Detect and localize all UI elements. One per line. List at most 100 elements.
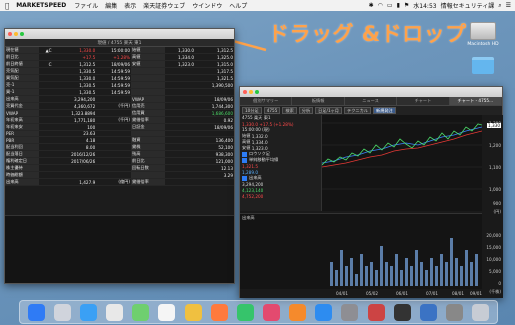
table-row: 配当落日 2016/12/26 残高 938,300	[5, 150, 234, 158]
table-cell: 1,330.5	[52, 81, 97, 89]
bluetooth-icon[interactable]: ✱	[369, 2, 374, 9]
music-icon[interactable]	[262, 303, 280, 321]
trash-icon[interactable]	[472, 303, 490, 321]
table-cell	[165, 88, 196, 96]
folder-icon[interactable]	[472, 57, 494, 74]
launchpad-icon[interactable]	[53, 303, 71, 321]
table-cell: 14:59:59	[96, 88, 131, 96]
app-store-icon[interactable]	[315, 303, 333, 321]
tab-chart[interactable]: チャート	[397, 97, 450, 105]
table-cell: C	[39, 60, 53, 68]
quote-window[interactable]: 現値 / 4755 楽天 東1 現在値 ▲C 1,330.0 15:00:00 始値 1,…	[4, 28, 235, 284]
battery-icon[interactable]: ▮	[397, 2, 400, 9]
x-tick: 08/01	[452, 291, 465, 296]
analysis-button[interactable]: 分析	[298, 107, 314, 114]
flag-icon[interactable]: ⚑	[404, 2, 409, 9]
preferences-icon[interactable]	[341, 303, 359, 321]
minimize-icon[interactable]	[249, 90, 253, 94]
zoom-icon[interactable]	[255, 90, 259, 94]
menu-file[interactable]: ファイル	[74, 1, 98, 10]
volume-chart[interactable]: 出来高	[240, 213, 482, 289]
user-name[interactable]: 情報セキュリティ課	[441, 1, 495, 10]
table-row: VWAP 1,323.8894 信用買 1,686,600	[5, 109, 234, 117]
volume-bar	[435, 266, 438, 286]
close-icon[interactable]	[8, 32, 12, 36]
table-cell: 1,315.0	[195, 60, 234, 68]
clock[interactable]: 水14:53	[413, 1, 436, 10]
apple-icon[interactable]: 	[5, 2, 9, 10]
minimize-icon[interactable]	[14, 32, 18, 36]
table-cell	[131, 171, 165, 179]
menu-edit[interactable]: 編集	[105, 1, 117, 10]
menu-help[interactable]: ヘルプ	[229, 1, 247, 10]
table-cell	[39, 123, 53, 131]
drag-drop-annotation: ドラッグ &ドロップ	[268, 22, 467, 46]
close-icon[interactable]	[243, 90, 247, 94]
facetime-icon[interactable]	[236, 303, 254, 321]
table-cell	[39, 143, 53, 151]
price-change: +17.5 (+1.28%)	[259, 121, 294, 127]
terminal-icon[interactable]	[393, 303, 411, 321]
messages-icon[interactable]	[132, 303, 150, 321]
checkbox-icon[interactable]	[242, 157, 247, 163]
table-cell	[39, 150, 53, 158]
downloads-icon[interactable]	[446, 303, 464, 321]
volume-label: 出来高	[249, 175, 262, 180]
macintosh-hd-icon[interactable]: Macintosh HD	[463, 22, 503, 74]
tab-summary[interactable]: 個別サマリー	[240, 97, 293, 105]
y-tick: 900	[493, 201, 501, 206]
tab-chart-4755[interactable]: チャート - 4755...	[449, 97, 503, 105]
finder-icon[interactable]	[27, 303, 45, 321]
menu-view[interactable]: 表示	[124, 1, 136, 10]
quote-window-titlebar[interactable]	[5, 29, 234, 39]
books-icon[interactable]	[289, 303, 307, 321]
table-cell: 52,100	[195, 143, 234, 151]
menu-rakuten-web[interactable]: 楽天証券ウェブ	[143, 1, 185, 10]
checkbox-icon[interactable]	[242, 175, 247, 181]
code-input[interactable]: 4755	[263, 107, 281, 114]
price-chart[interactable]	[321, 115, 483, 211]
zoom-icon[interactable]	[20, 32, 24, 36]
notes-icon[interactable]	[184, 303, 202, 321]
volume-bar	[370, 262, 373, 286]
search-button[interactable]: 検索	[282, 107, 297, 114]
tab-news[interactable]: ニュース	[345, 97, 398, 105]
volume-bar	[425, 270, 428, 286]
table-cell: 前日比	[5, 53, 39, 61]
new-order-button[interactable]: 新規発注	[372, 107, 396, 114]
photos-icon[interactable]	[210, 303, 228, 321]
interval-select[interactable]: 10分足	[242, 107, 262, 114]
menu-app-name[interactable]: MARKETSPEED	[16, 2, 66, 9]
vol-tick: 15,000	[486, 245, 501, 250]
checkbox-icon[interactable]	[242, 151, 247, 157]
table-cell	[96, 143, 131, 151]
table-cell	[96, 123, 131, 131]
table-cell	[165, 171, 196, 179]
spotlight-icon[interactable]: ⌕	[498, 2, 501, 10]
table-cell: 出来高	[5, 95, 39, 103]
table-cell	[96, 164, 131, 172]
volume-bar	[470, 262, 473, 286]
display-icon[interactable]: ▭	[387, 2, 393, 9]
mail-icon[interactable]	[106, 303, 124, 321]
tab-board[interactable]: 板情報	[292, 97, 345, 105]
table-cell: 残高	[131, 150, 165, 158]
technical-button[interactable]: テクニカル	[344, 107, 371, 114]
app-icon[interactable]	[419, 303, 437, 321]
safari-icon[interactable]	[79, 303, 97, 321]
table-cell	[131, 81, 165, 89]
calendar-icon[interactable]	[158, 303, 176, 321]
notification-icon[interactable]: ☰	[506, 2, 511, 9]
wifi-icon[interactable]: ◠	[378, 2, 383, 9]
volume-bar	[415, 250, 418, 286]
table-cell	[165, 95, 196, 103]
table-row: 株主優待 回転日数 12.13	[5, 164, 234, 172]
volume-bar	[365, 266, 368, 286]
table-cell: PBR	[5, 136, 39, 144]
chart-window-titlebar[interactable]	[240, 87, 502, 97]
chart-window[interactable]: 個別サマリー 板情報 ニュース チャート チャート - 4755... 10分足…	[239, 86, 503, 298]
marketspeed-icon[interactable]	[367, 303, 385, 321]
menu-window[interactable]: ウインドウ	[192, 1, 222, 10]
volume-bar	[345, 266, 348, 286]
period-select[interactable]: 日足/1ヶ月	[315, 107, 342, 114]
